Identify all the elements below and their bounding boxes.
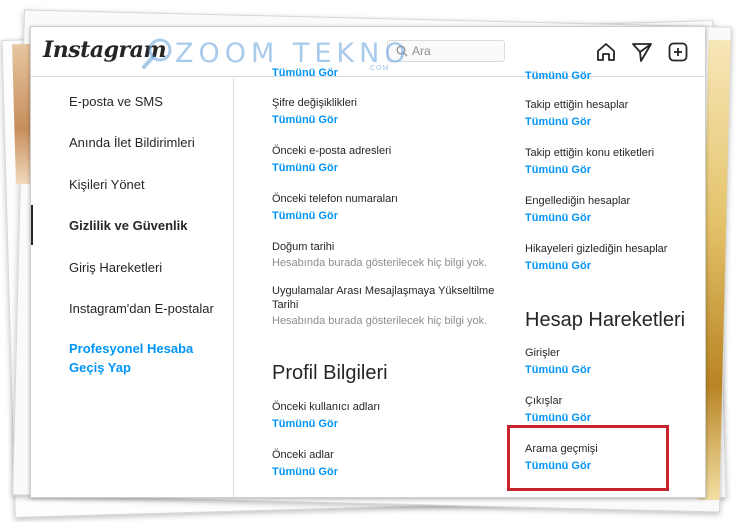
sidebar-item-manage-contacts[interactable]: Kişileri Yönet (31, 164, 234, 204)
view-all-link[interactable]: Tümünü Gör (525, 364, 591, 376)
browser-window: Instagram ZOOM TEKNO .COM E-posta ve SMS… (30, 26, 706, 498)
item-label: Hikayeleri gizlediğin hesaplar (525, 243, 668, 255)
item-label: Uygulamalar Arası Mesajlaşmaya Yükseltil… (272, 285, 495, 311)
section-title-account-activity: Hesap Hareketleri (525, 309, 686, 331)
list-item-cross-app-messaging: Uygulamalar Arası Mesajlaşmaya Yükseltil… (272, 284, 502, 328)
view-all-link[interactable]: Tümünü Gör (272, 114, 357, 126)
list-item-following-accounts: Takip ettiğin hesaplar Tümünü Gör (525, 98, 628, 128)
view-all-link[interactable]: Tümünü Gör (525, 116, 628, 128)
settings-sidebar: E-posta ve SMS Anında İlet Bildirimleri … (31, 78, 234, 497)
list-item-blocked-accounts: Engellediğin hesaplar Tümünü Gör (525, 194, 630, 224)
item-label: Girişler (525, 347, 560, 359)
item-label: Doğum tarihi (272, 241, 335, 253)
view-all-link[interactable]: Tümünü Gör (525, 260, 667, 272)
view-all-link[interactable]: Tümünü Gör (272, 466, 338, 478)
list-item-birthday: Doğum tarihi Hesabında burada gösterilec… (272, 240, 487, 270)
list-item-hidden-stories: Hikayeleri gizlediğin hesaplar Tümünü Gö… (525, 242, 667, 272)
sidebar-item-login-activity[interactable]: Giriş Hareketleri (31, 247, 234, 287)
sidebar-item-emails-from-instagram[interactable]: Instagram'dan E-postalar (31, 288, 234, 328)
search-box[interactable] (387, 40, 505, 62)
highlight-box (507, 425, 669, 491)
list-item-logouts: Çıkışlar Tümünü Gör (525, 394, 591, 424)
home-icon[interactable] (595, 41, 617, 63)
view-all-link[interactable]: Tümünü Gör (525, 70, 591, 82)
item-label: Çıkışlar (525, 395, 563, 407)
paper-plane-icon[interactable] (631, 41, 653, 63)
list-item-previous-emails: Önceki e-posta adresleri Tümünü Gör (272, 144, 391, 174)
sidebar-item-switch-professional[interactable]: Profesyonel Hesaba Geçiş Yap (31, 331, 211, 379)
item-label: Takip ettiğin konu etiketleri (525, 147, 655, 159)
plus-square-icon[interactable] (667, 41, 689, 63)
view-all-link[interactable]: Tümünü Gör (525, 412, 591, 424)
item-label: Şifre değişiklikleri (272, 97, 357, 109)
view-all-link[interactable]: Tümünü Gör (272, 210, 398, 222)
list-item-password-changes: Şifre değişiklikleri Tümünü Gör (272, 96, 357, 126)
sidebar-item-push-notifications[interactable]: Anında İlet Bildirimleri (31, 122, 234, 162)
empty-note: Hesabında burada gösterilecek hiç bilgi … (272, 315, 488, 327)
sidebar-item-privacy-security[interactable]: Gizlilik ve Güvenlik (31, 205, 234, 245)
list-item-previous-phones: Önceki telefon numaraları Tümünü Gör (272, 192, 398, 222)
top-view-all-link-middle: Tümünü Gör (272, 67, 338, 79)
item-label: Önceki e-posta adresleri (272, 145, 392, 157)
item-label: Önceki adlar (272, 449, 334, 461)
list-item-previous-usernames: Önceki kullanıcı adları Tümünü Gör (272, 400, 380, 430)
item-label: Önceki kullanıcı adları (272, 401, 381, 413)
view-all-link[interactable]: Tümünü Gör (272, 67, 338, 79)
view-all-link[interactable]: Tümünü Gör (272, 418, 380, 430)
empty-note: Hesabında burada gösterilecek hiç bilgi … (272, 257, 488, 269)
list-item-following-hashtags: Takip ettiğin konu etiketleri Tümünü Gör (525, 146, 654, 176)
search-input[interactable] (412, 44, 492, 58)
item-label: Önceki telefon numaraları (272, 193, 398, 205)
top-view-all-link-right: Tümünü Gör (525, 70, 591, 82)
instagram-logo[interactable]: Instagram (43, 37, 167, 63)
list-item-previous-names: Önceki adlar Tümünü Gör (272, 448, 338, 478)
sidebar-item-email-sms[interactable]: E-posta ve SMS (31, 81, 234, 121)
search-icon (396, 45, 408, 57)
view-all-link[interactable]: Tümünü Gör (525, 164, 654, 176)
list-item-logins: Girişler Tümünü Gör (525, 346, 591, 376)
view-all-link[interactable]: Tümünü Gör (525, 212, 630, 224)
view-all-link[interactable]: Tümünü Gör (272, 162, 391, 174)
item-label: Takip ettiğin hesaplar (525, 99, 629, 111)
item-label: Engellediğin hesaplar (525, 195, 631, 207)
top-navigation: Instagram (31, 27, 705, 77)
section-title-profile-info: Profil Bilgileri (272, 362, 388, 384)
